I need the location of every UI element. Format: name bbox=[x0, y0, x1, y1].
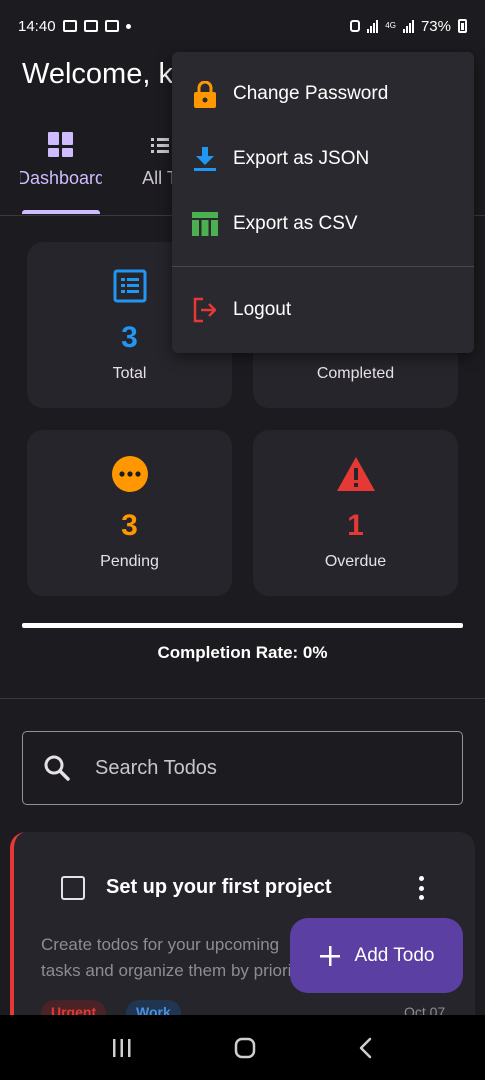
dashboard-icon bbox=[48, 132, 74, 158]
more-horiz-icon bbox=[111, 456, 148, 492]
section-divider bbox=[0, 698, 485, 699]
menu-divider bbox=[172, 266, 474, 267]
stat-total-label: Total bbox=[112, 365, 147, 382]
more-notifications-icon bbox=[125, 23, 131, 29]
welcome-title: Welcome, k bbox=[22, 58, 173, 90]
list-icon bbox=[151, 138, 169, 153]
app-notification-icon bbox=[83, 20, 98, 32]
signal-icon-2 bbox=[402, 19, 414, 33]
recent-apps-icon[interactable] bbox=[110, 1037, 134, 1059]
search-input[interactable]: Search Todos bbox=[22, 731, 463, 805]
warning-icon bbox=[336, 457, 375, 491]
stat-card-overdue: 1 Overdue bbox=[253, 430, 458, 596]
status-left: 14:40 bbox=[18, 18, 131, 35]
stat-overdue-value: 1 bbox=[347, 509, 364, 542]
todo-title: Set up your first project bbox=[106, 876, 332, 898]
table-icon bbox=[191, 212, 218, 236]
tab-indicator bbox=[22, 210, 100, 214]
menu-label-export-csv: Export as CSV bbox=[233, 213, 358, 234]
menu-item-logout[interactable]: Logout bbox=[172, 282, 474, 338]
alarm-icon bbox=[350, 20, 361, 32]
home-icon[interactable] bbox=[233, 1036, 257, 1060]
stat-card-pending: 3 Pending bbox=[27, 430, 232, 596]
menu-item-change-password[interactable]: Change Password bbox=[172, 66, 474, 122]
status-time: 14:40 bbox=[18, 17, 56, 35]
completion-progress-bar bbox=[22, 623, 463, 628]
search-placeholder: Search Todos bbox=[95, 756, 217, 779]
battery-percent: 73% bbox=[420, 17, 451, 35]
search-icon bbox=[44, 755, 70, 781]
battery-icon bbox=[458, 19, 467, 33]
signal-icon bbox=[367, 19, 379, 33]
lock-icon bbox=[193, 80, 216, 108]
todo-description: Create todos for your upcoming tasks and… bbox=[41, 935, 309, 980]
tab-dashboard-label: Dashboard bbox=[20, 168, 102, 188]
stat-overdue-label: Overdue bbox=[324, 553, 387, 570]
todo-more-icon[interactable] bbox=[417, 876, 425, 900]
stat-pending-value: 3 bbox=[121, 509, 138, 542]
stat-total-value: 3 bbox=[121, 321, 138, 354]
status-right: 4G 73% bbox=[350, 18, 467, 35]
add-todo-label: Add Todo bbox=[354, 944, 435, 966]
app-notification-icon-2 bbox=[104, 20, 119, 32]
status-bar: 14:40 4G 73% bbox=[0, 0, 485, 52]
menu-label-export-json: Export as JSON bbox=[233, 148, 370, 169]
stat-pending-label: Pending bbox=[100, 553, 159, 570]
menu-item-export-json[interactable]: Export as JSON bbox=[172, 131, 474, 187]
list-alt-icon bbox=[113, 269, 146, 303]
menu-label-change-password: Change Password bbox=[233, 83, 389, 104]
plus-icon bbox=[319, 945, 340, 966]
network-type: 4G bbox=[385, 21, 396, 30]
completion-rate-text: Completion Rate: 0% bbox=[157, 643, 328, 662]
logout-icon bbox=[193, 297, 216, 323]
options-menu: Change Password Export as JSON Export as… bbox=[172, 52, 474, 353]
add-todo-button[interactable]: Add Todo bbox=[290, 918, 463, 993]
tab-dashboard[interactable]: Dashboard bbox=[20, 132, 102, 189]
system-nav-bar bbox=[0, 1015, 485, 1080]
back-icon[interactable] bbox=[356, 1036, 376, 1060]
stat-completed-label: Completed bbox=[316, 365, 395, 382]
download-icon bbox=[193, 147, 216, 171]
menu-label-logout: Logout bbox=[233, 299, 292, 320]
todo-checkbox[interactable] bbox=[61, 876, 85, 900]
menu-item-export-csv[interactable]: Export as CSV bbox=[172, 196, 474, 252]
gallery-notification-icon bbox=[62, 20, 77, 32]
